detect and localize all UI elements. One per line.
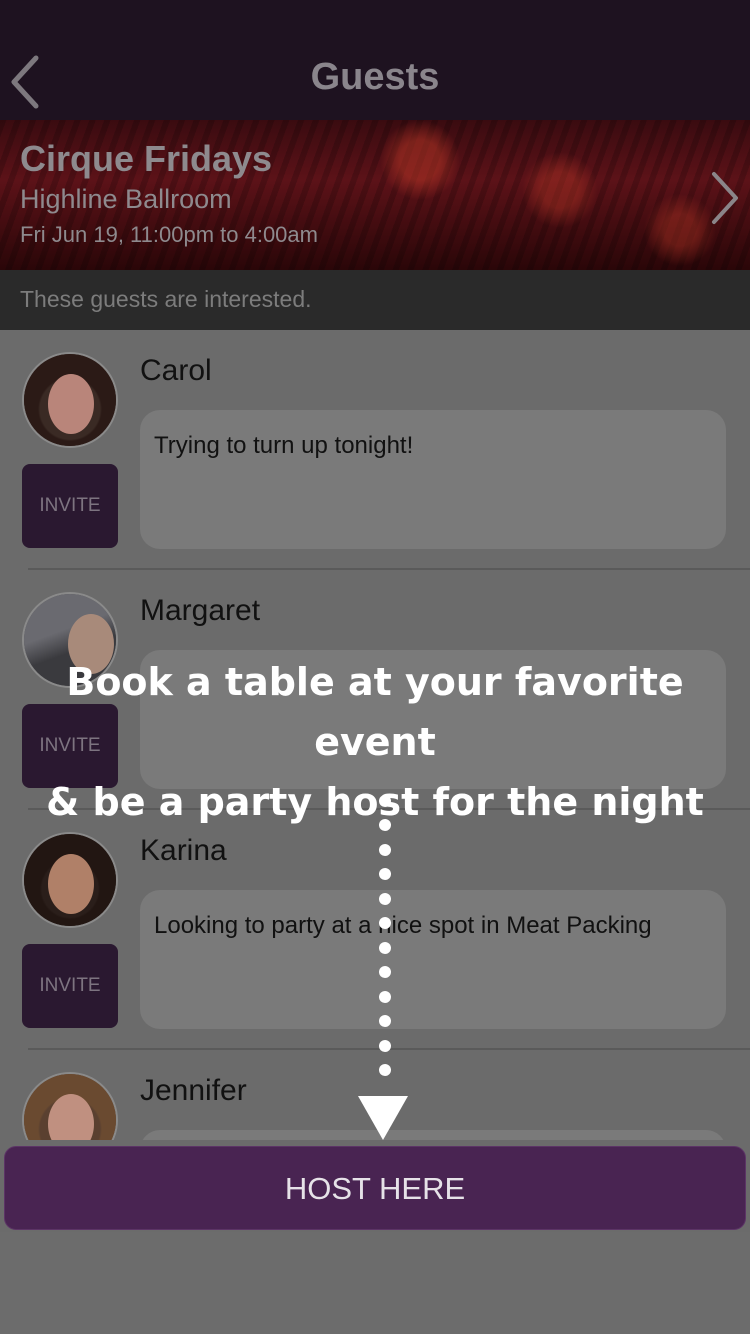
avatar-face xyxy=(48,854,94,914)
invite-button[interactable]: INVITE xyxy=(22,944,118,1028)
message-bubble: Trying to turn up tonight! xyxy=(140,410,726,549)
coach-mark-line-2: & be a party host for the night xyxy=(46,780,704,824)
info-text: These guests are interested. xyxy=(20,286,312,312)
guest-message: Trying to turn up tonight! xyxy=(154,432,414,459)
avatar[interactable] xyxy=(22,832,118,928)
event-name: Cirque Fridays xyxy=(20,138,273,179)
message-bubble xyxy=(140,1130,726,1140)
chevron-right-icon[interactable] xyxy=(708,170,742,226)
down-arrow-icon xyxy=(358,1096,408,1140)
avatar[interactable] xyxy=(22,352,118,448)
info-bar: These guests are interested. xyxy=(0,270,750,330)
dotted-line-icon xyxy=(379,795,391,1076)
guest-name: Karina xyxy=(140,834,227,867)
message-bubble: Looking to party at a nice spot in Meat … xyxy=(140,890,726,1029)
footer-area xyxy=(0,1232,750,1334)
page-title: Guests xyxy=(310,56,440,98)
guest-message: Looking to party at a nice spot in Meat … xyxy=(154,912,652,939)
invite-button[interactable]: INVITE xyxy=(22,464,118,548)
guest-name: Margaret xyxy=(140,594,261,627)
nav-bar: Guests xyxy=(0,0,750,120)
guest-row[interactable]: INVITE Carol Trying to turn up tonight! xyxy=(0,330,750,570)
avatar-face xyxy=(48,374,94,434)
avatar[interactable] xyxy=(22,1072,118,1140)
guest-row[interactable]: INVITE Karina Looking to party at a nice… xyxy=(0,810,750,1050)
coach-mark-line-1: Book a table at your favorite event xyxy=(66,660,684,764)
host-here-button[interactable]: HOST HERE xyxy=(4,1146,746,1230)
event-banner[interactable]: Cirque Fridays Highline Ballroom Fri Jun… xyxy=(0,120,750,270)
event-datetime: Fri Jun 19, 11:00pm to 4:00am xyxy=(20,222,318,247)
guest-name: Jennifer xyxy=(140,1074,247,1107)
event-venue: Highline Ballroom xyxy=(20,184,232,214)
guest-name: Carol xyxy=(140,354,212,387)
coach-mark-text: Book a table at your favorite event & be… xyxy=(0,652,750,832)
